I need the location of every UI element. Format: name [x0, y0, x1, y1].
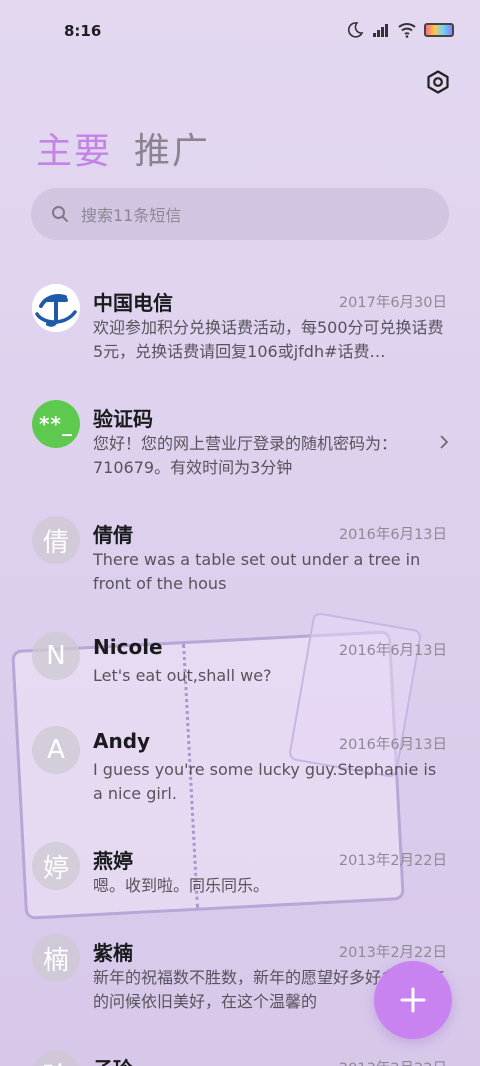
conversation-name: 中国电信: [93, 291, 173, 315]
conversation-date: 2016年6月13日: [338, 643, 447, 659]
battery-icon: [424, 23, 454, 37]
conversation-preview: Let's eat out,shall we?: [93, 666, 272, 685]
moon-icon: [347, 22, 364, 38]
avatar: N: [32, 632, 80, 680]
conversation-row[interactable]: 倩 倩倩 2016年6月13日 There was a table set ou…: [0, 504, 480, 614]
conversation-name: 紫楠: [93, 941, 133, 965]
conversation-name: 燕婷: [93, 849, 133, 873]
search-icon: [52, 206, 68, 222]
conversation-date: 2013年2月22日: [338, 945, 447, 961]
avatar: 婷: [32, 842, 80, 890]
conversation-name: Andy: [93, 729, 151, 753]
tab-bar: 主要 推广: [36, 122, 210, 174]
conversation-row[interactable]: A Andy 2016年6月13日 I guess you're some lu…: [0, 714, 480, 824]
conversation-row[interactable]: 玲 子玲 2013年2月22日: [0, 1038, 480, 1066]
conversation-preview: 欢迎参加积分兑换话费活动，每500分可兑换话费5元，兑换话费请回复106或jfd…: [93, 318, 444, 361]
conversation-row[interactable]: 中国电信 2017年6月30日 欢迎参加积分兑换话费活动，每500分可兑换话费5…: [0, 272, 480, 382]
conversation-name: 倩倩: [93, 523, 133, 547]
conversation-name: 验证码: [93, 407, 153, 431]
conversation-row[interactable]: 婷 燕婷 2013年2月22日 嗯。收到啦。同乐同乐。: [0, 830, 480, 918]
status-bar: 8:16: [0, 0, 480, 62]
conversation-preview: 嗯。收到啦。同乐同乐。: [93, 876, 270, 895]
avatar: 楠: [32, 934, 80, 982]
compose-button[interactable]: [374, 961, 452, 1039]
conversation-name: 子玲: [93, 1053, 133, 1066]
conversation-date: 2016年6月13日: [338, 737, 447, 753]
conversation-row[interactable]: N Nicole 2016年6月13日 Let's eat out,shall …: [0, 620, 480, 708]
conversation-preview: 您好！您的网上营业厅登录的随机密码为：710679。有效时间为3分钟: [93, 434, 398, 477]
conversation-date: 2013年2月22日: [338, 853, 447, 869]
status-icons: [346, 22, 454, 38]
plus-icon: [400, 987, 426, 1013]
search-bar[interactable]: 搜索11条短信: [31, 188, 449, 240]
status-time: 8:16: [64, 22, 102, 40]
avatar: 倩: [32, 516, 80, 564]
conversation-date: 2017年6月30日: [338, 295, 447, 311]
conversation-date: 2016年6月13日: [338, 527, 447, 543]
signal-icon: [373, 24, 388, 37]
search-placeholder: 搜索11条短信: [81, 206, 182, 225]
conversation-row[interactable]: **_ 验证码 您好！您的网上营业厅登录的随机密码为：710679。有效时间为3…: [0, 388, 480, 498]
settings-icon[interactable]: [426, 70, 450, 94]
conversation-date: 2013年2月22日: [339, 1057, 447, 1066]
conversation-preview: I guess you're some lucky guy.Stephanie …: [93, 760, 437, 803]
tab-primary[interactable]: 主要: [36, 122, 112, 174]
wifi-icon: [398, 23, 416, 38]
avatar: A: [32, 726, 80, 774]
avatar: 玲: [32, 1050, 80, 1066]
china-telecom-logo-icon: [32, 284, 80, 332]
tab-promotions[interactable]: 推广: [134, 122, 210, 174]
conversation-preview: There was a table set out under a tree i…: [93, 550, 421, 593]
chevron-right-icon[interactable]: [438, 434, 450, 450]
conversation-name: Nicole: [93, 635, 163, 659]
avatar: **_: [32, 400, 80, 448]
